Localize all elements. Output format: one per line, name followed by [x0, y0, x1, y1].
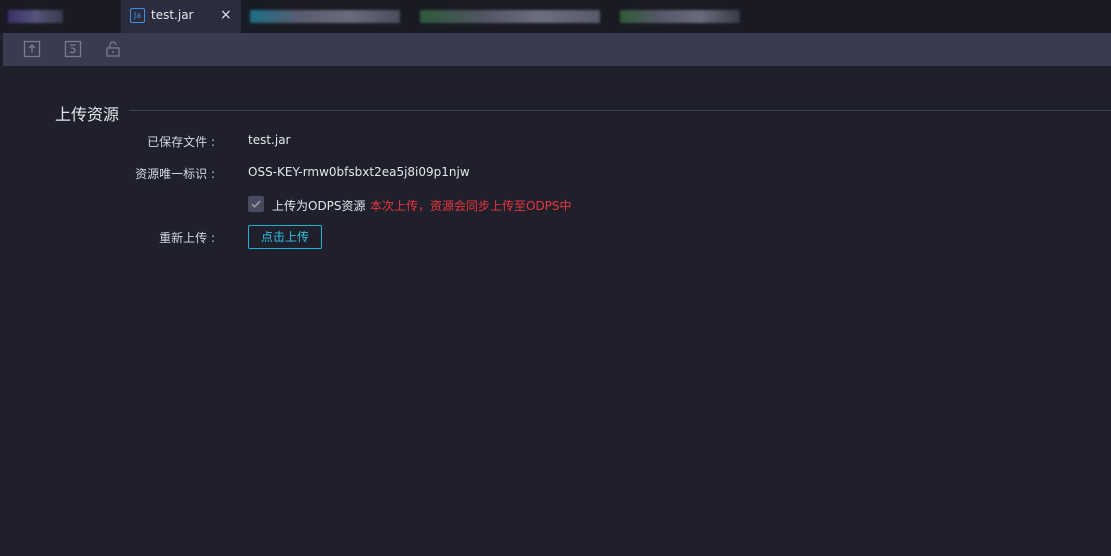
resource-id-value: OSS-KEY-rmw0bfsbxt2ea5j8i09p1njw [248, 165, 470, 179]
upload-icon[interactable] [23, 40, 41, 58]
check-icon [251, 200, 261, 208]
tab-blurred[interactable] [8, 10, 63, 23]
tab-blurred[interactable] [620, 10, 740, 23]
unlock-icon[interactable] [104, 40, 122, 58]
section-divider [129, 110, 1111, 111]
tab-blurred[interactable] [420, 10, 600, 23]
reupload-button[interactable]: 点击上传 [248, 225, 322, 249]
odps-checkbox-label[interactable]: 上传为ODPS资源 [272, 197, 366, 214]
upload-panel: 上传资源 已保存文件 : test.jar 资源唯一标识 : OSS-KEY-r… [3, 66, 1111, 556]
toolbar [3, 33, 1111, 66]
version-icon[interactable] [64, 40, 82, 58]
reupload-label: 重新上传 : [159, 231, 215, 245]
section-title: 上传资源 [55, 101, 130, 125]
resource-id-label: 资源唯一标识 : [135, 167, 215, 181]
saved-file-value: test.jar [248, 133, 291, 147]
saved-file-label: 已保存文件 : [147, 135, 215, 149]
tab-test-jar[interactable]: Ja test.jar × [121, 0, 241, 33]
tab-title: test.jar [151, 8, 194, 22]
tab-blurred[interactable] [250, 10, 400, 23]
close-icon[interactable]: × [220, 7, 232, 23]
odps-hint: 本次上传，资源会同步上传至ODPS中 [370, 199, 572, 213]
tab-bar: Ja test.jar × [0, 0, 1111, 33]
java-file-icon: Ja [130, 8, 145, 23]
odps-checkbox[interactable] [248, 196, 264, 212]
